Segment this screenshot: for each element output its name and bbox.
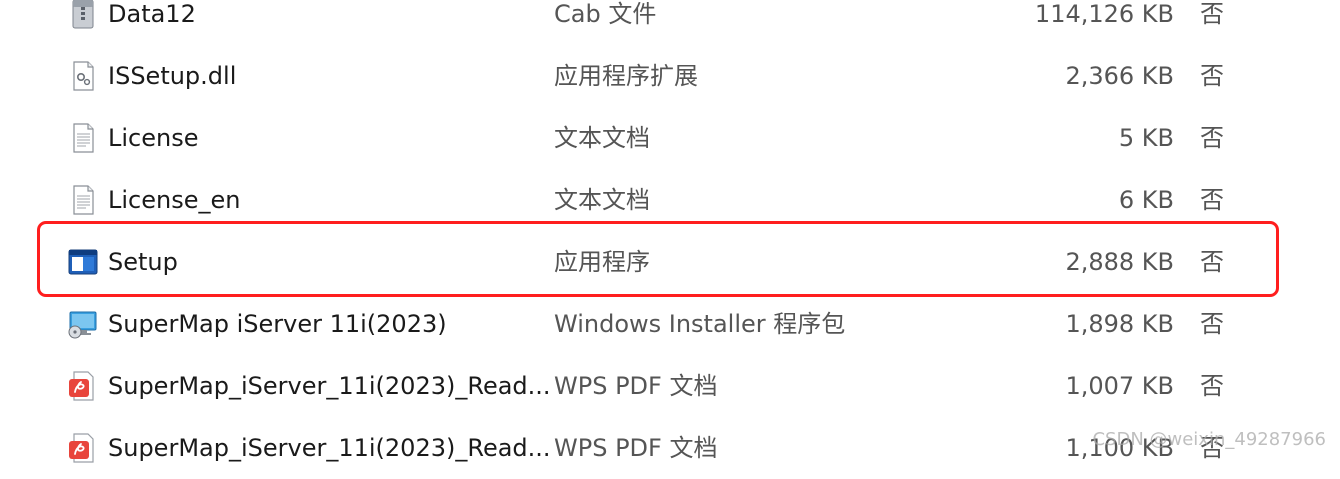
file-list: Data12 Cab 文件 114,126 KB 否 ISSetup.dll 应… <box>0 0 1340 463</box>
cab-archive-icon <box>67 0 99 30</box>
file-type: Windows Installer 程序包 <box>554 310 846 338</box>
file-name: ISSetup.dll <box>108 62 237 90</box>
file-row-license-en[interactable]: License_en 文本文档 6 KB 否 <box>0 169 1340 231</box>
file-size: 2,888 KB <box>1065 248 1174 276</box>
file-compressed: 否 <box>1200 310 1224 338</box>
file-type: 应用程序 <box>554 248 650 276</box>
file-compressed: 否 <box>1200 248 1224 276</box>
file-size: 2,366 KB <box>1065 62 1174 90</box>
file-row-supermap-msi[interactable]: SuperMap iServer 11i(2023) Windows Insta… <box>0 293 1340 355</box>
file-name: Setup <box>108 248 178 276</box>
file-row-readme-pdf-1[interactable]: SuperMap_iServer_11i(2023)_Read... WPS P… <box>0 355 1340 417</box>
file-size: 1,007 KB <box>1065 372 1174 400</box>
file-name: License <box>108 124 199 152</box>
file-size: 6 KB <box>1118 186 1174 214</box>
text-document-icon <box>67 122 99 154</box>
file-compressed: 否 <box>1200 186 1224 214</box>
file-compressed: 否 <box>1200 62 1224 90</box>
application-window-icon <box>67 246 99 278</box>
file-name: License_en <box>108 186 241 214</box>
file-row-license[interactable]: License 文本文档 5 KB 否 <box>0 107 1340 169</box>
file-name: Data12 <box>108 0 196 28</box>
file-row-data12[interactable]: Data12 Cab 文件 114,126 KB 否 <box>0 0 1340 45</box>
file-compressed: 否 <box>1200 372 1224 400</box>
file-size: 5 KB <box>1118 124 1174 152</box>
file-compressed: 否 <box>1200 0 1224 28</box>
file-name: SuperMap iServer 11i(2023) <box>108 310 447 338</box>
file-row-setup[interactable]: Setup 应用程序 2,888 KB 否 <box>0 231 1340 293</box>
file-type: WPS PDF 文档 <box>554 372 718 400</box>
file-type: Cab 文件 <box>554 0 657 28</box>
file-type: 应用程序扩展 <box>554 62 698 90</box>
file-type: WPS PDF 文档 <box>554 434 718 462</box>
wps-pdf-icon <box>67 370 99 402</box>
watermark: CSDN @weixin_49287966 <box>1092 429 1326 450</box>
file-name: SuperMap_iServer_11i(2023)_Read... <box>108 434 551 462</box>
file-size: 1,898 KB <box>1065 310 1174 338</box>
file-compressed: 否 <box>1200 124 1224 152</box>
file-type: 文本文档 <box>554 124 650 152</box>
file-name: SuperMap_iServer_11i(2023)_Read... <box>108 372 551 400</box>
file-row-issetup-dll[interactable]: ISSetup.dll 应用程序扩展 2,366 KB 否 <box>0 45 1340 107</box>
file-size: 114,126 KB <box>1034 0 1174 28</box>
file-type: 文本文档 <box>554 186 650 214</box>
dll-file-icon <box>67 60 99 92</box>
msi-installer-icon <box>67 308 99 340</box>
text-document-icon <box>67 184 99 216</box>
wps-pdf-icon <box>67 432 99 464</box>
